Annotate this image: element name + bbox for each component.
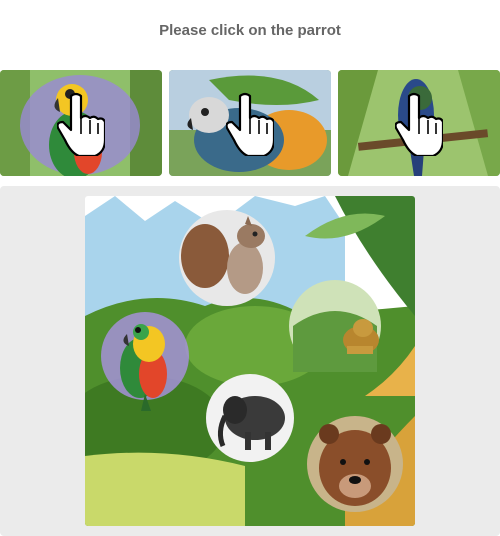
lion-option[interactable] [289, 280, 381, 372]
captcha-instruction: Please click on the parrot [159, 22, 341, 39]
hand-pointer-icon [57, 92, 105, 156]
hand-pointer-icon [226, 92, 274, 156]
squirrel-option[interactable] [179, 210, 275, 306]
elephant-option[interactable] [206, 374, 294, 462]
challenge-image[interactable] [85, 196, 415, 526]
example-image-2 [169, 70, 331, 176]
example-image-1 [0, 70, 162, 176]
bear-option[interactable] [307, 416, 403, 512]
example-strip [0, 70, 500, 176]
example-image-3 [338, 70, 500, 176]
hand-pointer-icon [395, 92, 443, 156]
